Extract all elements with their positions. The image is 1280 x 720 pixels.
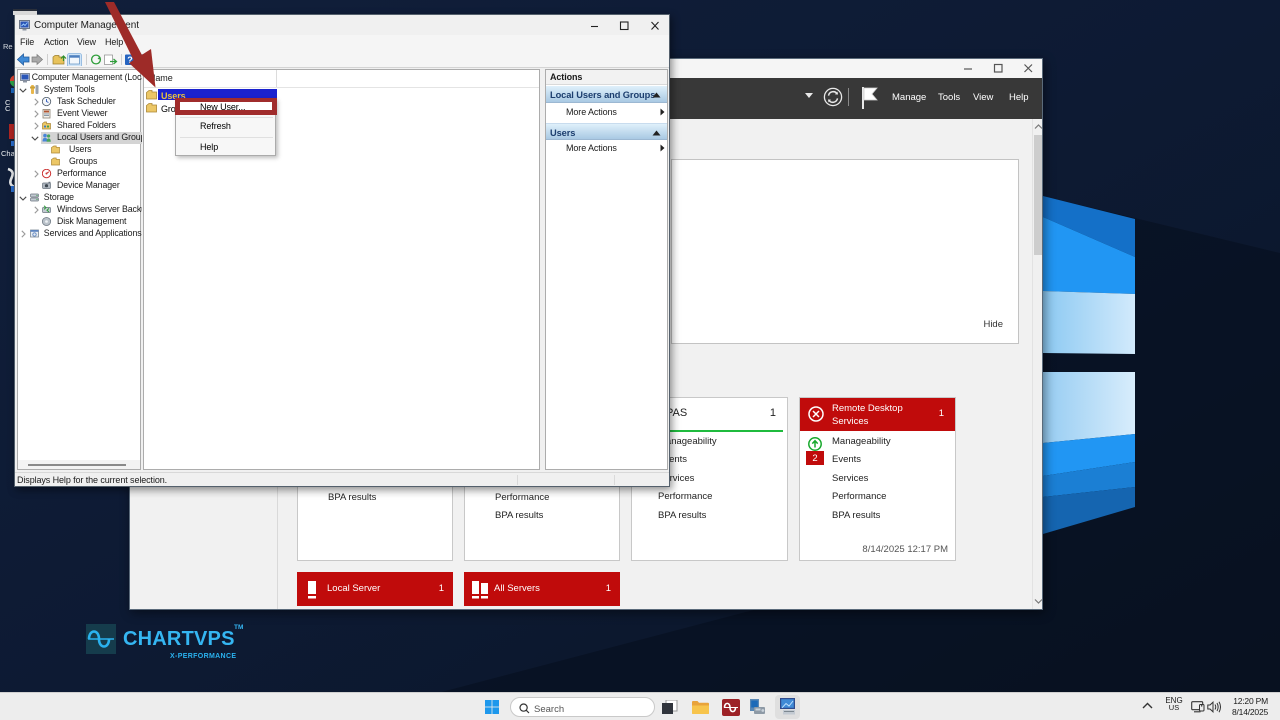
svg-text:?: ?: [127, 55, 132, 65]
